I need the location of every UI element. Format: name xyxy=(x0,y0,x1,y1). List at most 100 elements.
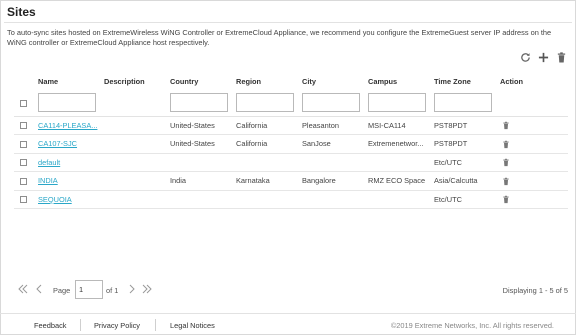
cell-region: Karnataka xyxy=(236,176,270,186)
cell-city: SanJose xyxy=(302,139,331,149)
cell-city: Pleasanton xyxy=(302,120,339,130)
row-checkbox[interactable] xyxy=(20,140,27,148)
cell-timezone: PST8PDT xyxy=(434,120,468,130)
row-checkbox[interactable] xyxy=(20,122,27,130)
privacy-policy-link[interactable]: Privacy Policy xyxy=(94,321,140,330)
trash-icon xyxy=(557,52,566,63)
site-name-link[interactable]: CA107-SJC xyxy=(38,139,77,148)
campus-filter-input[interactable] xyxy=(368,93,426,113)
feedback-link[interactable]: Feedback xyxy=(34,321,66,330)
footer-divider xyxy=(0,313,576,314)
table-row[interactable]: CA107-SJC United-States California SanJose E… xyxy=(14,135,568,154)
info-message: To auto-sync sites hosted on ExtremeWire… xyxy=(7,28,552,47)
chevron-left-icon xyxy=(36,284,42,294)
col-region[interactable]: Region xyxy=(233,72,299,90)
row-checkbox[interactable] xyxy=(20,177,27,185)
table-row[interactable]: default Etc/UTC xyxy=(14,153,568,172)
cell-country: India xyxy=(170,176,187,186)
page-number-input[interactable] xyxy=(75,280,103,299)
cell-city: Bangalore xyxy=(302,176,336,186)
cell-description xyxy=(101,190,167,209)
col-name[interactable]: Name xyxy=(35,72,101,90)
cell-timezone: Etc/UTC xyxy=(434,194,462,204)
table-row[interactable]: CA114-PLEASA... United-States California Pl… xyxy=(14,116,568,135)
first-page-button[interactable] xyxy=(18,284,28,294)
action-cell xyxy=(497,190,568,209)
footer-separator xyxy=(80,319,81,331)
col-city[interactable]: City xyxy=(299,72,365,90)
site-name-link[interactable]: INDIA xyxy=(38,176,58,185)
page-label: Page xyxy=(53,286,71,295)
trash-icon[interactable] xyxy=(502,177,510,186)
sites-table: Name Description Country Region City Cam… xyxy=(14,72,568,209)
site-name-link[interactable]: CA114-PLEASA... xyxy=(38,121,97,130)
chevron-right-icon xyxy=(129,284,135,294)
footer-separator xyxy=(155,319,156,331)
last-page-button[interactable] xyxy=(142,284,152,294)
col-timezone[interactable]: Time Zone xyxy=(431,72,497,90)
cell-city xyxy=(299,190,365,209)
title-divider xyxy=(4,22,572,23)
copyright-text: ©2019 Extreme Networks, Inc. All rights … xyxy=(390,321,554,330)
row-checkbox[interactable] xyxy=(20,196,27,204)
delete-sites-button[interactable] xyxy=(556,52,567,63)
page-count-label: of 1 xyxy=(106,286,119,295)
table-row[interactable]: INDIA India Karnataka Bangalore RMZ ECO Spac… xyxy=(14,172,568,191)
col-country[interactable]: Country xyxy=(167,72,233,90)
footer: Feedback Privacy Policy Legal Notices ©2… xyxy=(0,319,576,333)
trash-icon[interactable] xyxy=(502,158,510,167)
site-name-link[interactable]: default xyxy=(38,158,60,167)
pagination-bar: Page of 1 Displaying 1 - 5 of 5 xyxy=(14,280,568,300)
row-checkbox[interactable] xyxy=(20,159,27,167)
col-campus[interactable]: Campus xyxy=(365,72,431,90)
cell-description xyxy=(101,135,167,154)
region-filter-input[interactable] xyxy=(236,93,294,113)
col-description[interactable]: Description xyxy=(101,72,167,90)
col-action: Action xyxy=(500,76,523,86)
page-title: Sites xyxy=(7,5,36,19)
cell-campus xyxy=(365,190,431,209)
cell-country xyxy=(167,153,233,172)
table-row[interactable]: SEQUOIA Etc/UTC xyxy=(14,190,568,209)
cell-timezone: Etc/UTC xyxy=(434,157,462,167)
cell-country xyxy=(167,190,233,209)
cell-description xyxy=(101,153,167,172)
double-chevron-right-icon xyxy=(142,284,152,294)
cell-country: United-States xyxy=(170,139,215,149)
cell-timezone: Asia/Calcutta xyxy=(434,176,478,186)
trash-icon[interactable] xyxy=(502,121,510,130)
action-cell xyxy=(497,135,568,154)
cell-campus: RMZ ECO Space xyxy=(368,176,426,186)
trash-icon[interactable] xyxy=(502,140,510,149)
city-filter-input[interactable] xyxy=(302,93,360,113)
action-cell xyxy=(497,172,568,191)
table-toolbar xyxy=(520,52,567,63)
header-row: Name Description Country Region City Cam… xyxy=(14,72,568,90)
plus-icon xyxy=(538,52,549,63)
cell-region xyxy=(233,190,299,209)
action-cell xyxy=(497,153,568,172)
filter-row xyxy=(14,90,568,116)
legal-notices-link[interactable]: Legal Notices xyxy=(170,321,215,330)
name-filter-input[interactable] xyxy=(38,93,96,113)
cell-campus xyxy=(365,153,431,172)
cell-region: California xyxy=(236,120,268,130)
cell-region: California xyxy=(236,139,268,149)
double-chevron-left-icon xyxy=(18,284,28,294)
cell-description xyxy=(101,116,167,135)
next-page-button[interactable] xyxy=(127,284,137,294)
cell-city xyxy=(299,153,365,172)
timezone-filter-input[interactable] xyxy=(434,93,492,113)
trash-icon[interactable] xyxy=(502,195,510,204)
cell-campus: Extremenetwor... xyxy=(368,139,424,149)
cell-region xyxy=(233,153,299,172)
refresh-icon xyxy=(521,53,530,62)
prev-page-button[interactable] xyxy=(34,284,44,294)
refresh-button[interactable] xyxy=(520,52,531,63)
site-name-link[interactable]: SEQUOIA xyxy=(38,195,72,204)
country-filter-input[interactable] xyxy=(170,93,228,113)
cell-campus: MSI-CA114 xyxy=(368,120,406,130)
select-all-checkbox[interactable] xyxy=(20,99,27,107)
add-site-button[interactable] xyxy=(538,52,549,63)
cell-timezone: PST8PDT xyxy=(434,139,468,149)
